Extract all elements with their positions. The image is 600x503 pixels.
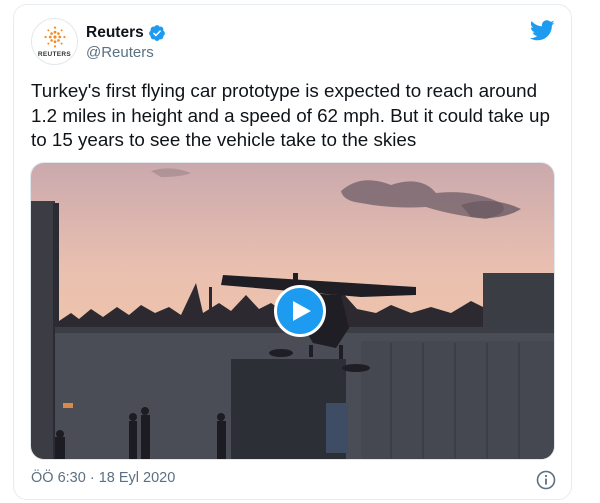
video-player[interactable] bbox=[30, 162, 555, 460]
play-icon bbox=[293, 301, 311, 321]
verified-badge-icon bbox=[148, 25, 165, 41]
author-name-row[interactable]: Reuters bbox=[86, 24, 166, 42]
avatar[interactable]: REUTERS bbox=[31, 18, 78, 65]
twitter-bird-icon[interactable] bbox=[530, 20, 555, 41]
play-button[interactable] bbox=[274, 285, 326, 337]
reuters-logo-icon bbox=[44, 26, 66, 48]
tweet-timestamp[interactable]: ÖÖ 6:30 · 18 Eyl 2020 bbox=[31, 470, 175, 486]
tweet-card: REUTERS Reuters @Reuters Turkey's first … bbox=[13, 4, 572, 500]
author-handle[interactable]: @Reuters bbox=[86, 44, 154, 61]
author-display-name[interactable]: Reuters bbox=[86, 24, 144, 42]
info-icon[interactable] bbox=[536, 470, 556, 490]
tweet-text: Turkey's first flying car prototype is e… bbox=[31, 80, 550, 150]
avatar-logo-text: REUTERS bbox=[37, 51, 72, 58]
